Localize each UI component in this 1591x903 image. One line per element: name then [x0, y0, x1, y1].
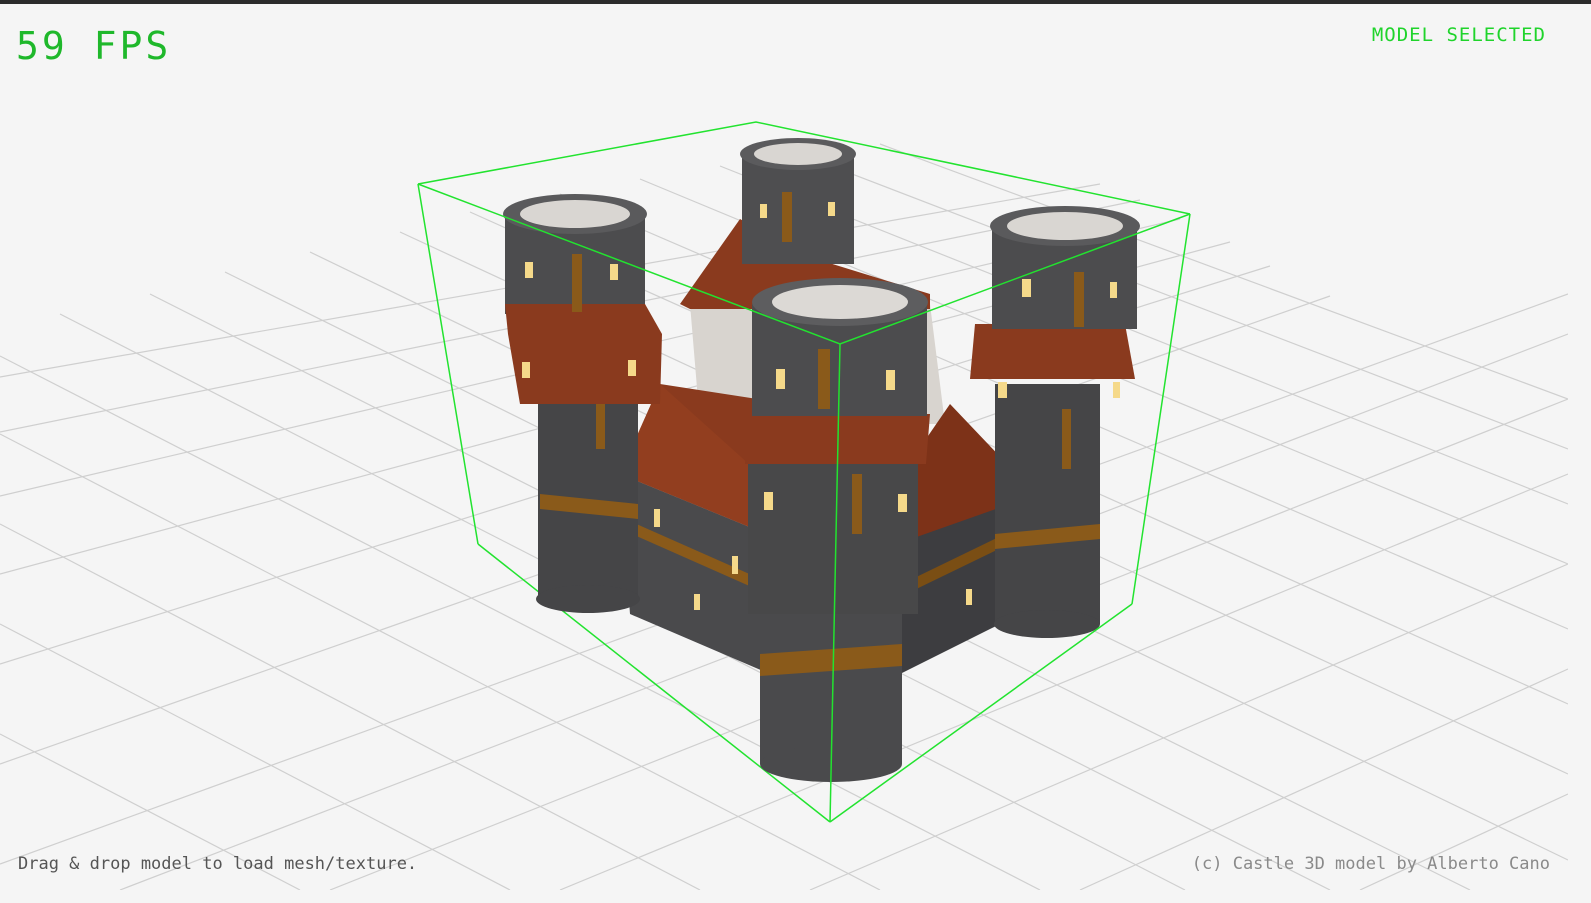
castle-model[interactable]: [503, 138, 1140, 782]
tower-back: [740, 138, 856, 264]
model-credit: (c) Castle 3D model by Alberto Cano: [1191, 854, 1550, 874]
drag-drop-hint: Drag & drop model to load mesh/texture.: [18, 854, 418, 874]
tower-right: [970, 206, 1140, 638]
fps-counter: 59 FPS: [16, 24, 172, 68]
3d-viewport[interactable]: 59 FPS MODEL SELECTED Drag & drop model …: [0, 4, 1568, 890]
scene-canvas[interactable]: [0, 4, 1568, 890]
selection-status: MODEL SELECTED: [1371, 24, 1546, 46]
